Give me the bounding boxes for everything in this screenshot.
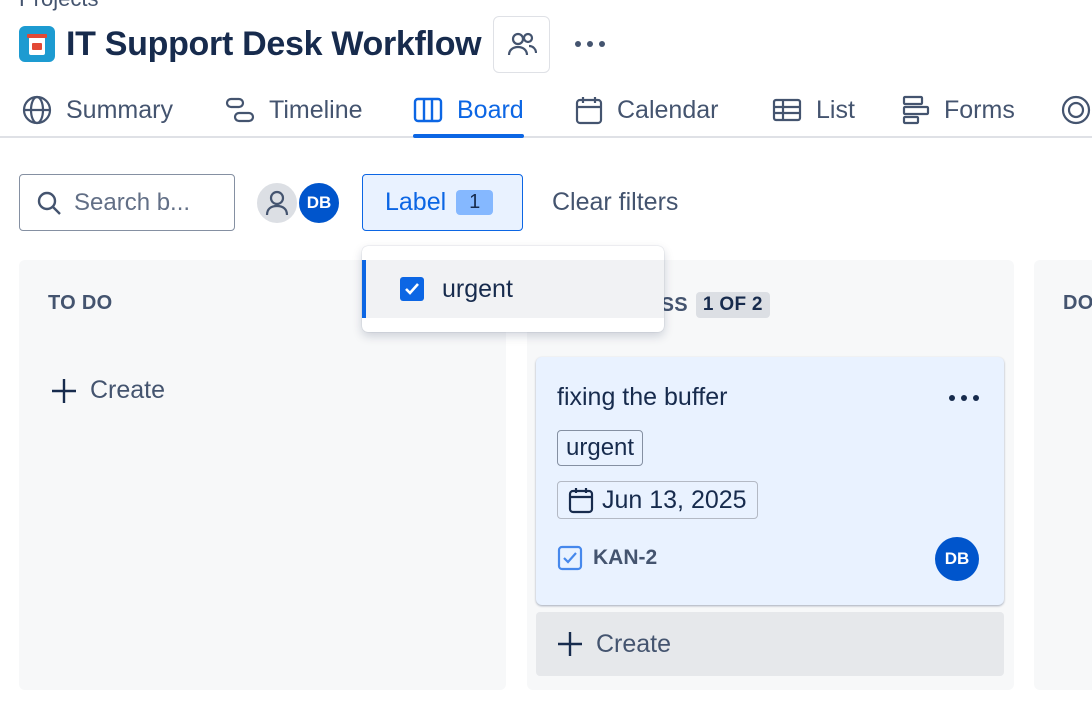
person-icon xyxy=(265,190,289,216)
plus-icon xyxy=(52,378,76,403)
dropdown-option-urgent[interactable]: urgent xyxy=(362,260,664,318)
tab-board-label: Board xyxy=(457,95,524,124)
create-button-in-progress[interactable]: Create xyxy=(536,612,1004,676)
target-icon xyxy=(1061,95,1091,125)
page-header: IT Support Desk Workflow xyxy=(19,15,608,73)
create-label: Create xyxy=(596,629,672,658)
card-due-date-text: Jun 13, 2025 xyxy=(602,485,747,514)
tab-summary[interactable]: Summary xyxy=(22,84,173,136)
create-label: Create xyxy=(90,376,166,404)
search-box[interactable] xyxy=(19,174,235,231)
card-issue-key[interactable]: KAN-2 xyxy=(557,545,657,571)
tab-timeline[interactable]: Timeline xyxy=(225,84,363,136)
dropdown-option-label: urgent xyxy=(442,274,513,303)
issue-card[interactable]: fixing the buffer urgent Jun 13, 2025 KA… xyxy=(536,357,1004,605)
label-filter-button[interactable]: Label 1 xyxy=(362,174,523,231)
checkbox-checked[interactable] xyxy=(400,277,424,301)
task-checkbox-icon xyxy=(557,545,583,571)
breadcrumb[interactable]: Projects xyxy=(19,0,98,12)
more-actions-button[interactable] xyxy=(572,26,608,62)
tab-calendar-label: Calendar xyxy=(617,95,719,124)
page-title: IT Support Desk Workflow xyxy=(66,24,482,63)
column-todo-title: TO DO xyxy=(48,292,113,314)
tab-summary-label: Summary xyxy=(66,95,173,124)
card-due-date: Jun 13, 2025 xyxy=(557,481,758,519)
globe-icon xyxy=(22,95,52,125)
column-count-badge: 1 OF 2 xyxy=(695,292,770,318)
column-done: DO xyxy=(1034,260,1092,690)
search-input[interactable] xyxy=(74,188,214,217)
tab-board[interactable]: Board xyxy=(413,84,524,138)
card-label-tag[interactable]: urgent xyxy=(557,430,644,466)
project-icon xyxy=(19,26,55,62)
timeline-icon xyxy=(225,97,255,123)
people-button[interactable] xyxy=(493,15,551,73)
card-more-button[interactable] xyxy=(948,389,980,407)
card-key-text: KAN-2 xyxy=(593,546,658,569)
label-filter-text: Label xyxy=(385,188,447,216)
people-icon xyxy=(507,32,537,56)
label-filter-count: 1 xyxy=(456,190,494,215)
card-assignee-avatar[interactable]: DB xyxy=(935,537,979,581)
tab-bar: Summary Timeline Board Calendar List For… xyxy=(0,84,1092,138)
tab-list[interactable]: List xyxy=(772,84,855,136)
calendar-icon xyxy=(575,97,603,125)
list-icon xyxy=(772,98,802,122)
tab-more[interactable] xyxy=(1061,84,1092,136)
tab-timeline-label: Timeline xyxy=(269,95,363,124)
card-title: fixing the buffer xyxy=(557,383,728,411)
tab-forms[interactable]: Forms xyxy=(902,84,1015,136)
column-done-title: DO xyxy=(1063,292,1092,314)
column-in-progress-header: ESS 1 OF 2 xyxy=(647,292,770,318)
label-filter-dropdown: urgent xyxy=(362,246,664,332)
tab-list-label: List xyxy=(816,95,855,124)
plus-icon xyxy=(558,632,582,656)
more-icon xyxy=(949,395,979,401)
clear-filters-button[interactable]: Clear filters xyxy=(536,174,694,231)
more-icon xyxy=(575,41,606,47)
calendar-icon xyxy=(568,488,594,514)
forms-icon xyxy=(902,95,930,125)
board-icon xyxy=(413,97,443,123)
tab-calendar[interactable]: Calendar xyxy=(575,84,718,136)
search-icon xyxy=(37,191,61,215)
avatar-unassigned-filter[interactable] xyxy=(255,181,299,225)
tab-forms-label: Forms xyxy=(944,95,1015,124)
create-button-todo[interactable]: Create xyxy=(50,376,165,405)
avatar-filter-db[interactable]: DB xyxy=(297,181,341,225)
check-icon xyxy=(405,283,419,295)
